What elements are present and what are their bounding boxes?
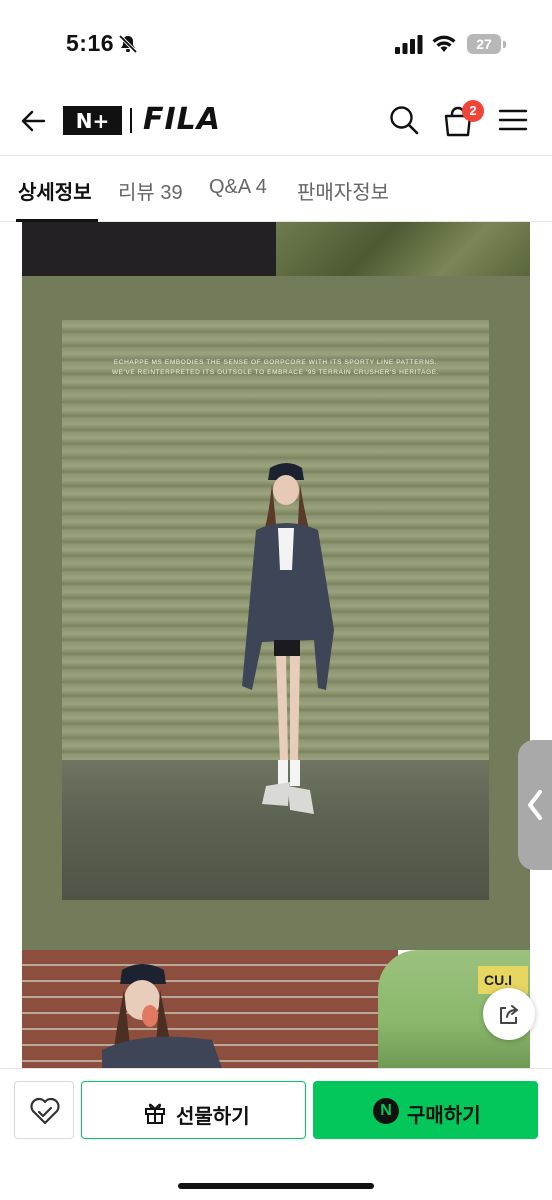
detail-image-dark-panel	[22, 222, 276, 276]
detail-photo-shutter: ECHAPPE MS EMBODIES THE SENSE OF GORPCOR…	[62, 320, 489, 900]
side-panel-handle[interactable]	[518, 740, 552, 870]
purchase-bar: 선물하기 N 구매하기	[0, 1068, 552, 1200]
gift-button[interactable]: 선물하기	[81, 1081, 306, 1139]
detail-image-brick-wall	[22, 950, 398, 1068]
tab-qna[interactable]: Q&A 4	[209, 176, 267, 199]
share-button[interactable]	[483, 988, 535, 1040]
tab-details[interactable]: 상세정보	[18, 176, 92, 205]
gift-button-label: 선물하기	[176, 1106, 250, 1128]
logo-divider	[130, 108, 132, 133]
battery-indicator: 27	[467, 34, 507, 54]
back-arrow-icon[interactable]	[18, 106, 48, 136]
detail-image-grass-panel	[276, 222, 530, 276]
search-icon[interactable]	[388, 104, 420, 136]
battery-level: 27	[467, 34, 501, 54]
app-header: N+ FILA 2	[0, 90, 552, 155]
share-icon	[500, 1005, 518, 1024]
nplus-logo[interactable]: N+	[63, 106, 122, 135]
cart-button[interactable]: 2	[442, 100, 486, 140]
hamburger-menu-icon[interactable]	[498, 106, 528, 134]
tab-seller-info[interactable]: 판매자정보	[297, 176, 389, 205]
svg-text:N+: N+	[76, 109, 110, 133]
heart-check-icon	[30, 1097, 60, 1125]
model-photo-2	[102, 964, 222, 1068]
photo-caption: ECHAPPE MS EMBODIES THE SENSE OF GORPCOR…	[102, 358, 449, 378]
photo-caption-line1: ECHAPPE MS EMBODIES THE SENSE OF GORPCOR…	[113, 359, 438, 366]
home-indicator	[178, 1183, 374, 1189]
battery-cap	[503, 41, 506, 48]
buy-button[interactable]: N 구매하기	[313, 1081, 538, 1139]
bell-off-icon	[118, 34, 138, 54]
product-detail-content[interactable]: ECHAPPE MS EMBODIES THE SENSE OF GORPCOR…	[0, 222, 552, 1068]
buy-button-label: 구매하기	[407, 1105, 481, 1127]
wishlist-button[interactable]	[14, 1081, 74, 1139]
wifi-icon	[432, 35, 456, 52]
photo-caption-line2: WE'VE REINTERPRETED ITS OUTSOLE TO EMBRA…	[111, 369, 440, 376]
chevron-left-icon	[528, 790, 542, 820]
cart-count-badge: 2	[462, 100, 484, 122]
tab-reviews[interactable]: 리뷰 39	[118, 176, 183, 205]
status-bar: 5:16 27	[0, 0, 552, 90]
gift-icon	[145, 1103, 165, 1124]
product-tabs: 상세정보 리뷰 39 Q&A 4 판매자정보	[0, 155, 552, 222]
status-time: 5:16	[66, 30, 115, 56]
fila-logo[interactable]: FILA	[143, 102, 221, 138]
model-photo	[242, 463, 334, 814]
cell-signal-icon	[395, 35, 423, 54]
naver-pay-logo: N	[373, 1098, 399, 1124]
